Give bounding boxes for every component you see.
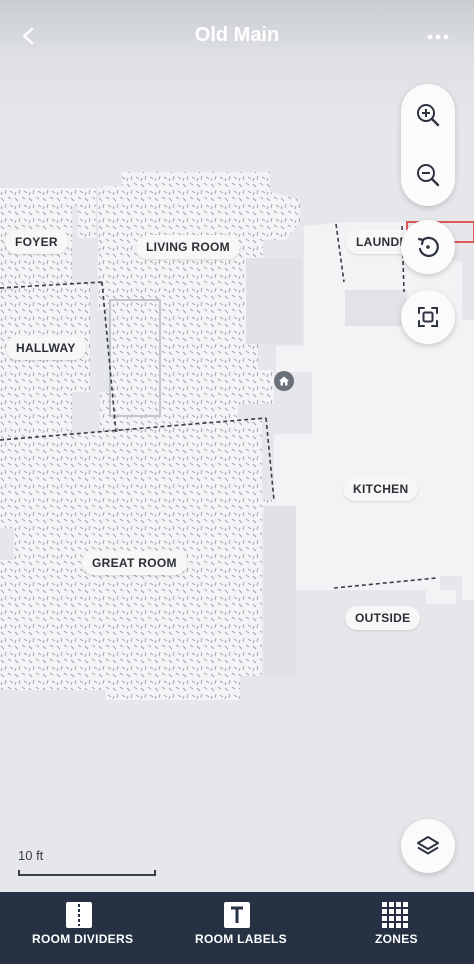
rotate-icon [417,236,439,258]
header: Old Main [0,0,474,74]
chevron-left-icon [22,27,34,45]
kitchen-area [274,222,462,590]
zoom-out-button[interactable] [401,148,455,202]
fit-to-screen-button[interactable] [401,290,455,344]
more-horizontal-icon [427,34,449,40]
home-icon [279,376,289,386]
tab-label: ROOM LABELS [195,932,287,946]
room-label-outside[interactable]: OUTSIDE [345,606,421,630]
zones-grid-icon [382,902,408,928]
back-button[interactable] [12,20,46,54]
tab-label: ZONES [375,932,418,946]
outside-area [348,590,456,604]
tab-room-labels[interactable]: ROOM LABELS [193,892,287,964]
zoom-in-button[interactable] [401,88,455,142]
zoom-out-icon [417,164,440,187]
room-label-great-room[interactable]: GREAT ROOM [82,551,187,575]
hallway-area [0,284,90,440]
zoom-controls [401,84,455,206]
room-label-foyer[interactable]: FOYER [5,230,68,254]
tab-zones[interactable]: ZONES [370,892,420,964]
tab-label: ROOM DIVIDERS [32,932,134,946]
dock-marker[interactable] [274,371,294,391]
room-label-hallway[interactable]: HALLWAY [6,336,86,360]
floor-map[interactable]: FOYER LIVING ROOM LAUNDRY HALLWAY KITCHE… [0,0,474,892]
wall-segment [246,258,302,344]
room-label-living-room[interactable]: LIVING ROOM [136,235,240,259]
room-dividers-icon [66,902,92,928]
laundry-alcove [345,290,407,326]
bottom-toolbar: ROOM DIVIDERS ROOM LABELS ZONES [0,892,474,964]
rotate-button[interactable] [401,220,455,274]
more-button[interactable] [420,22,456,52]
map-scale: 10 ft [18,848,156,876]
page-title: Old Main [194,24,280,46]
fit-to-screen-icon [418,307,438,327]
layers-icon [417,836,439,855]
scale-label: 10 ft [18,848,44,863]
tab-room-dividers[interactable]: ROOM DIVIDERS [30,892,134,964]
zoom-in-icon [417,104,440,127]
wall-segment [462,320,474,600]
scale-bar [18,870,156,876]
text-label-icon [224,902,250,928]
room-label-kitchen[interactable]: KITCHEN [343,477,419,501]
wall-segment [264,506,296,676]
divider-line [265,417,275,501]
layers-button[interactable] [401,819,455,873]
